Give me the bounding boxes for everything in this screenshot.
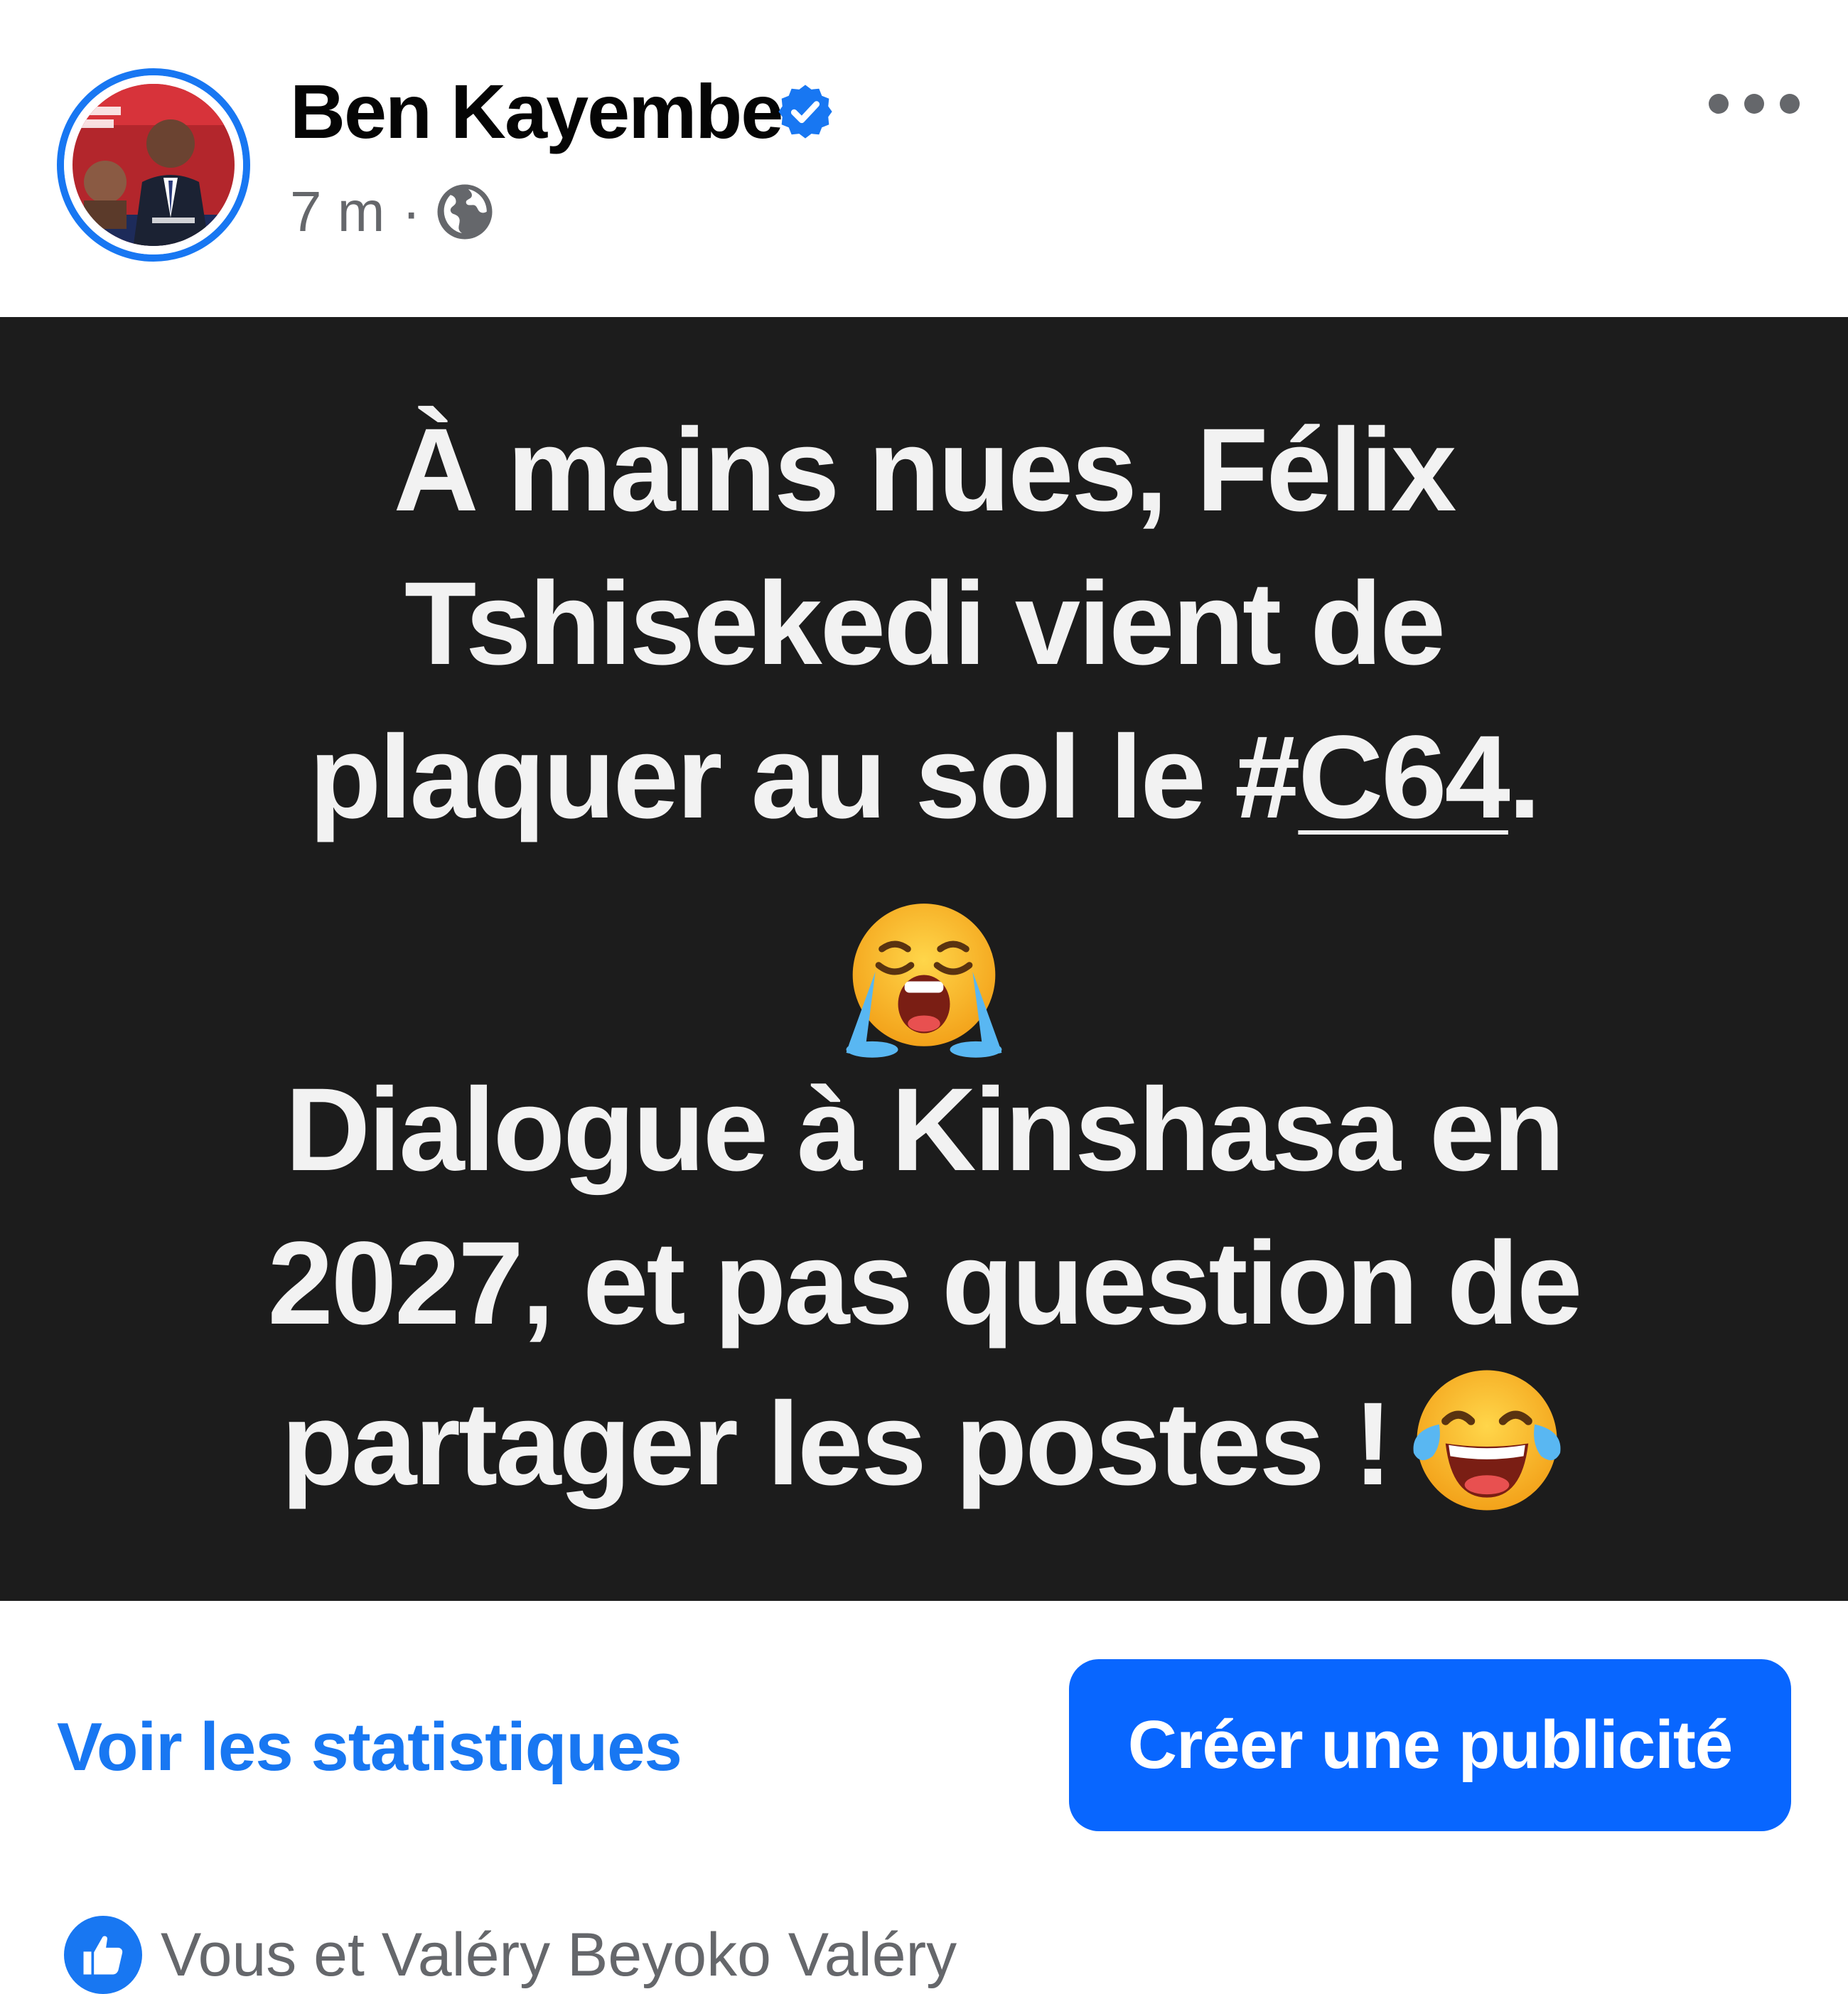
like-icon xyxy=(64,1916,142,1994)
author-avatar[interactable] xyxy=(57,68,250,262)
globe-icon[interactable] xyxy=(435,182,495,242)
author-name[interactable]: Ben Kayembe xyxy=(290,65,783,158)
hashtag-word: C64 xyxy=(1298,712,1510,843)
create-ad-button[interactable]: Créer une publicité xyxy=(1069,1659,1791,1831)
post-paragraph-2: Dialogue à Kinshasa en 2027, et pas ques… xyxy=(71,1054,1777,1521)
post-paragraph-1: À mains nues, Félix Tshisekedi vient de … xyxy=(71,394,1777,854)
reactions-text: Vous et Valéry Beyoko Valéry xyxy=(161,1920,957,1989)
view-insights-link[interactable]: Voir les statistiques xyxy=(57,1705,682,1790)
post-line: plaquer au sol le #C64. xyxy=(71,701,1777,854)
meta-separator: · xyxy=(402,180,421,243)
post-line: Tshisekedi vient de xyxy=(404,558,1446,690)
post-line-text: plaquer au sol le xyxy=(308,712,1235,843)
post-time[interactable]: 7 m xyxy=(290,179,385,245)
post-line: 2027, et pas question de xyxy=(267,1218,1583,1349)
post-meta: 7 m · xyxy=(290,176,495,247)
hashtag-link[interactable]: #C64 xyxy=(1235,712,1510,843)
post-line: À mains nues, Félix xyxy=(393,404,1457,536)
loudly-crying-face-emoji xyxy=(846,904,1002,1058)
post-line-text: partager les postes ! xyxy=(281,1378,1393,1510)
post-line: Dialogue à Kinshasa en xyxy=(285,1064,1564,1196)
post-text-canvas: À mains nues, Félix Tshisekedi vient de … xyxy=(0,317,1848,1601)
hashtag-symbol: # xyxy=(1235,712,1300,843)
face-with-tears-of-joy-emoji xyxy=(1413,1370,1561,1511)
more-options-icon[interactable] xyxy=(1704,82,1804,125)
avatar-photo xyxy=(64,75,243,254)
verified-badge-icon xyxy=(778,85,832,139)
post-line: partager les postes ! xyxy=(71,1361,1777,1521)
post-line-punctuation: . xyxy=(1508,712,1541,843)
reactions-summary[interactable]: Vous et Valéry Beyoko Valéry xyxy=(64,1916,957,1994)
